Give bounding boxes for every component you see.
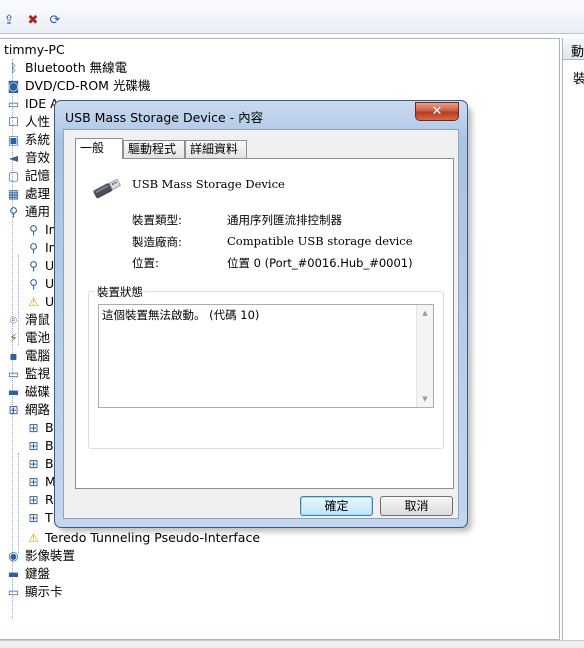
tree-item[interactable]: ☐ 人性 [6, 113, 50, 131]
dialog-body: 一般 驅動程式 詳細資料 USB Mass Storage Device 裝置類… [63, 129, 459, 519]
tree-item[interactable]: ⚲ In [26, 239, 57, 257]
tree-item[interactable]: ▭ IDE A [6, 95, 59, 113]
network-adapter-icon: ⊞ [28, 456, 39, 471]
tree-item[interactable]: ⌾ 滑鼠 [6, 311, 50, 329]
scan-hardware-icon[interactable]: ⟳ [46, 12, 64, 30]
tree-item[interactable]: ⊞ B [26, 437, 53, 455]
network-adapter-icon: ⊞ [8, 402, 19, 417]
tree-item[interactable]: ▬ 磁碟 [6, 383, 50, 401]
network-adapter-icon: ⊞ [28, 438, 39, 453]
tree-item[interactable]: ▭ 顯示卡 [6, 583, 63, 601]
location-value: 位置 0 (Port_#0016.Hub_#0001) [227, 256, 413, 270]
system-device-icon: ▣ [7, 132, 20, 147]
monitor-icon: ▭ [7, 366, 20, 381]
device-type-value: 通用序列匯流排控制器 [227, 213, 342, 227]
network-adapter-icon: ⊞ [28, 492, 39, 507]
computer-icon: ▪ [9, 348, 18, 363]
tree-item-usb[interactable]: ⚲ 通用 [6, 203, 50, 221]
usb-icon: ⚲ [9, 204, 18, 219]
disk-drive-icon: ▬ [7, 384, 20, 399]
device-status-text: 這個裝置無法啟動。 (代碼 10) [102, 308, 260, 322]
usb-icon: ⚲ [29, 276, 38, 291]
tree-item[interactable]: ◉ 影像裝置 [6, 547, 75, 565]
memory-icon: ▢ [7, 168, 20, 183]
tree-item[interactable]: ⊞ B [26, 455, 53, 473]
status-scrollbar[interactable]: ▲ ▼ [416, 305, 433, 407]
device-type-label: 裝置類型: [132, 213, 182, 227]
tab-general[interactable]: 一般 [75, 138, 123, 159]
tree-item-network[interactable]: ⊞ 網路 [6, 401, 50, 419]
tree-root-label: timmy-PC [4, 42, 65, 57]
tree-item[interactable]: ◙ DVD/CD-ROM 光碟機 [6, 77, 151, 95]
tree-item[interactable]: ▢ 記憶 [6, 167, 50, 185]
tree-item[interactable]: ⊞ T [26, 509, 52, 527]
tree-item[interactable]: ⊞ R [26, 491, 53, 509]
tab-driver[interactable]: 驅動程式 [123, 140, 185, 158]
tree-item[interactable]: ◄ 音效 [6, 149, 50, 167]
tree-connector [18, 453, 19, 553]
tree-root[interactable]: timmy-PC [4, 41, 65, 59]
scroll-down-icon[interactable]: ▼ [417, 391, 433, 407]
manufacturer-value: Compatible USB storage device [227, 234, 413, 248]
action-panel: 動 裝 [562, 38, 584, 640]
display-adapter-icon: ▭ [7, 584, 20, 599]
hid-icon: ☐ [8, 114, 19, 129]
battery-icon: ⚡ [9, 330, 18, 345]
device-status-label: 裝置狀態 [95, 284, 145, 300]
ide-controller-icon: ▭ [7, 96, 20, 111]
mouse-icon: ⌾ [9, 312, 18, 327]
dialog-title: USB Mass Storage Device - 內容 [65, 110, 264, 125]
close-button[interactable]: ✕ [415, 102, 459, 121]
warning-icon: ⚠ [28, 530, 39, 545]
optical-drive-icon: ◙ [7, 78, 20, 93]
tree-item[interactable]: ⚲ U [26, 257, 54, 275]
tree-item[interactable]: ▦ 處理 [6, 185, 50, 203]
device-status-textbox[interactable]: 這個裝置無法啟動。 (代碼 10) ▲ ▼ [98, 304, 434, 408]
tree-item[interactable]: ⊞ M [26, 473, 55, 491]
bluetooth-icon: ᛒ [9, 60, 18, 75]
tree-item[interactable]: ⚲ U [26, 275, 54, 293]
properties-dialog: USB Mass Storage Device - 內容 ✕ 一般 驅動程式 詳… [54, 100, 468, 528]
tab-details[interactable]: 詳細資料 [185, 140, 247, 158]
network-adapter-icon: ⊞ [28, 420, 39, 435]
action-panel-item[interactable]: 裝 [563, 60, 584, 87]
usb-icon: ⚲ [29, 258, 38, 273]
device-status-group: 裝置狀態 這個裝置無法啟動。 (代碼 10) ▲ ▼ [88, 284, 444, 449]
usb-icon: ⚲ [29, 240, 38, 255]
processor-icon: ▦ [7, 186, 20, 201]
tree-item[interactable]: ▪ 電腦 [6, 347, 50, 365]
tree-item[interactable]: ▬ 鍵盤 [6, 565, 50, 583]
tree-item[interactable]: ⚡ 電池 [6, 329, 50, 347]
tree-item-usb-mass-storage[interactable]: ⚠ U [26, 293, 54, 311]
location-label: 位置: [132, 256, 159, 270]
network-adapter-icon: ⊞ [28, 474, 39, 489]
tree-item[interactable]: ⚲ In [26, 221, 57, 239]
device-name: USB Mass Storage Device [132, 177, 285, 191]
general-tab-page: USB Mass Storage Device 裝置類型: 通用序列匯流排控制器… [75, 158, 454, 489]
sound-icon: ◄ [8, 150, 19, 165]
tree-item[interactable]: ⊞ B [26, 419, 53, 437]
network-adapter-icon: ⊞ [28, 510, 39, 525]
action-panel-header: 動 [563, 38, 584, 60]
cancel-button[interactable]: 取消 [380, 496, 453, 516]
keyboard-icon: ▬ [7, 566, 20, 581]
warning-icon: ⚠ [28, 294, 39, 309]
update-driver-icon[interactable]: ⇪ [0, 12, 18, 30]
scroll-up-icon[interactable]: ▲ [417, 305, 433, 321]
camera-icon: ◉ [8, 548, 19, 563]
tree-item[interactable]: ▣ 系統 [6, 131, 50, 149]
usb-icon: ⚲ [29, 222, 38, 237]
manufacturer-label: 製造廠商: [132, 235, 182, 249]
ok-button[interactable]: 確定 [300, 496, 373, 516]
uninstall-icon[interactable]: ✖ [24, 12, 42, 30]
toolbar: ⇪ ✖ ⟳ [0, 0, 584, 34]
tree-item[interactable]: ▭ 監視 [6, 365, 50, 383]
status-bar [0, 640, 584, 648]
tree-item[interactable]: ᛒ Bluetooth 無線電 [6, 59, 127, 77]
usb-device-icon [93, 178, 121, 199]
